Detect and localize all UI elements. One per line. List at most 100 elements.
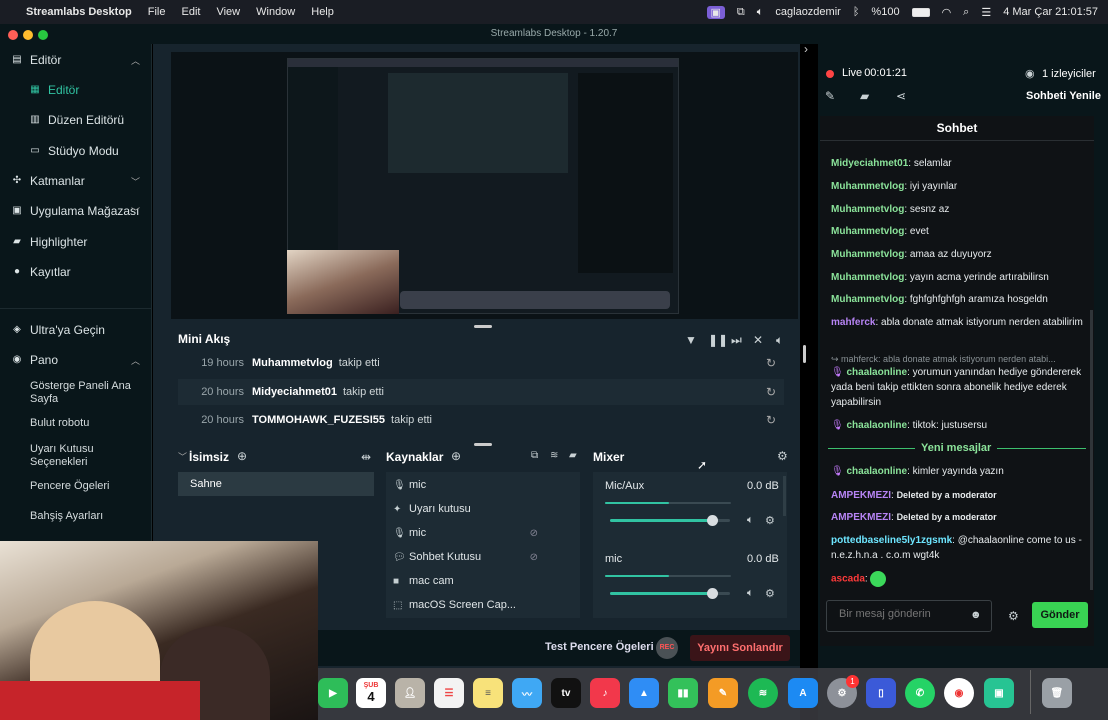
filter-icon[interactable]: ▼ [685, 333, 697, 347]
speaker-icon[interactable]: 🔈︎ [747, 587, 754, 600]
chat-user[interactable]: ascada [831, 574, 865, 585]
hidden-eye-icon[interactable]: ⊘ [530, 528, 538, 539]
chat-user[interactable]: chaalaonline [846, 420, 907, 431]
chat-user[interactable]: AMPEKMEZI [831, 512, 891, 523]
freeform-icon[interactable]: 〰 [512, 678, 542, 708]
chat-input[interactable]: ☻ [826, 600, 992, 632]
chat-message-field[interactable] [839, 608, 959, 620]
mute-alerts-icon[interactable]: ✕ [753, 333, 763, 347]
sidebar-item-recordings[interactable]: ● Kayıtlar [0, 260, 152, 284]
keynote-icon[interactable]: ▲ [629, 678, 659, 708]
sidebar-item-layers[interactable]: ✣ Katmanlar ﹀ [0, 169, 152, 193]
repeat-alert-icon[interactable]: ↻ [766, 413, 776, 427]
wifi-icon[interactable]: ◠ [942, 6, 952, 19]
pages-icon[interactable]: ✎ [708, 678, 738, 708]
sidebar-sub-tip-settings[interactable]: Bahşiş Ayarları [30, 510, 145, 523]
source-item[interactable]: ✦ Uyarı kutusu [393, 498, 578, 520]
numbers-icon[interactable]: ▮▮ [668, 678, 698, 708]
notes-icon[interactable]: ≡ [473, 678, 503, 708]
source-item[interactable]: 🎙︎ mic [393, 474, 578, 496]
volume-slider-knob[interactable] [707, 588, 718, 599]
repeat-alert-icon[interactable]: ↻ [766, 356, 776, 370]
channel-settings-icon[interactable]: ⚙ [765, 587, 775, 600]
menu-window[interactable]: Window [256, 6, 295, 18]
resize-handle[interactable] [474, 443, 492, 446]
chevron-down-icon[interactable]: ﹀ [178, 450, 187, 463]
whatsapp-icon[interactable]: ✆ [905, 678, 935, 708]
chat-user[interactable]: AMPEKMEZI [831, 490, 891, 501]
folder-icon[interactable]: ▰ [569, 450, 577, 461]
chat-user[interactable]: chaalaonline [846, 367, 907, 378]
transition-icon[interactable]: ⇹ [361, 450, 371, 464]
sidebar-item-dashboard[interactable]: ◉ Pano ︿ [0, 348, 152, 372]
streamlabs-icon[interactable]: ▣ [984, 678, 1014, 708]
source-item[interactable]: ■ mac cam [393, 570, 578, 592]
edit-icon[interactable]: ✎ [825, 89, 835, 103]
record-button[interactable]: REC [656, 637, 678, 659]
test-widgets-button[interactable]: Test Pencere Ögeleri [545, 641, 654, 653]
menubar-app-name[interactable]: Streamlabs Desktop [26, 6, 132, 18]
music-icon[interactable]: ♪ [590, 678, 620, 708]
trash-icon[interactable]: 🗑︎ [1042, 678, 1072, 708]
menu-view[interactable]: View [216, 6, 240, 18]
send-button[interactable]: Gönder [1032, 602, 1088, 628]
minimize-window-button[interactable] [23, 30, 33, 40]
zoom-window-button[interactable] [38, 30, 48, 40]
volume-slider-knob[interactable] [707, 515, 718, 526]
spotify-icon[interactable]: ≋ [748, 678, 778, 708]
menu-edit[interactable]: Edit [182, 6, 201, 18]
sidebar-item-app-store[interactable]: ▣ Uygulama Mağazası ﹀ [0, 199, 152, 223]
camera-icon[interactable]: ▰ [860, 89, 869, 103]
mixer-settings-icon[interactable]: ⚙ [777, 449, 788, 463]
sidebar-item-editor[interactable]: ▦ Editör [18, 78, 152, 102]
sidebar-sub-cloudbot[interactable]: Bulut robotu [30, 417, 145, 430]
chat-user[interactable]: mahferck [831, 317, 875, 328]
control-center-icon[interactable]: ☰ [981, 6, 991, 19]
sidebar-sub-alertbox[interactable]: Uyarı Kutusu Seçenekleri [30, 443, 145, 469]
chat-scrollbar[interactable] [1090, 310, 1093, 590]
add-source-icon[interactable]: ⊕ [451, 449, 461, 463]
chat-user[interactable]: Muhammetvlog [831, 272, 904, 283]
menubar-datetime[interactable]: 4 Mar Çar 21:01:57 [1003, 6, 1098, 18]
sidebar-item-highlighter[interactable]: ▰ Highlighter [0, 230, 152, 254]
pause-icon[interactable]: ❚❚ [708, 333, 728, 347]
bluetooth-icon[interactable]: ᛒ [853, 6, 860, 18]
app-store-icon[interactable]: A [788, 678, 818, 708]
feed-scrollbar[interactable] [803, 345, 806, 363]
chrome-icon[interactable]: ◉ [944, 678, 974, 708]
end-stream-button[interactable]: Yayını Sonlandır [690, 635, 790, 661]
screen-record-icon[interactable]: ▣ [706, 5, 725, 19]
remote-desktop-icon[interactable]: ▯ [866, 678, 896, 708]
source-item[interactable]: 💬︎ Sohbet Kutusu ⊘ [393, 546, 578, 568]
window-icon[interactable]: ⧉ [737, 6, 745, 19]
source-item[interactable]: ⬚ macOS Screen Cap... [393, 594, 578, 616]
hidden-eye-icon[interactable]: ⊘ [530, 552, 538, 563]
chat-user[interactable]: Muhammetvlog [831, 249, 904, 260]
chat-user[interactable]: Muhammetvlog [831, 226, 904, 237]
menu-help[interactable]: Help [311, 6, 334, 18]
menu-file[interactable]: File [148, 6, 166, 18]
chat-user[interactable]: chaalaonline [846, 466, 907, 477]
sidebar-item-studio-mode[interactable]: ▭ Stüdyo Modu [18, 139, 152, 163]
menubar-user[interactable]: caglaozdemir [775, 6, 840, 18]
repeat-alert-icon[interactable]: ↻ [766, 385, 776, 399]
reminders-icon[interactable]: ☰ [434, 678, 464, 708]
contacts-icon[interactable]: 👤︎ [395, 678, 425, 708]
sidebar-item-layout-editor[interactable]: ▥ Düzen Editörü [18, 108, 152, 132]
apple-tv-icon[interactable]: tv [551, 678, 581, 708]
add-scene-icon[interactable]: ⊕ [237, 449, 247, 463]
sidebar-sub-widgets[interactable]: Pencere Ögeleri [30, 480, 145, 493]
chat-settings-icon[interactable]: ⚙ [1008, 609, 1019, 623]
resize-handle[interactable] [474, 325, 492, 328]
stream-preview[interactable] [171, 52, 798, 319]
emoji-icon[interactable]: ☻ [970, 609, 982, 621]
share-icon[interactable]: ⋖ [896, 89, 906, 103]
speaker-icon[interactable]: 🔈︎ [747, 514, 754, 527]
source-item[interactable]: 🎙︎ mic ⊘ [393, 522, 578, 544]
sidebar-editor-section[interactable]: ▤ Editör ︿ [0, 48, 152, 72]
chat-user[interactable]: Muhammetvlog [831, 181, 904, 192]
battery-percent[interactable]: %100 [871, 6, 899, 18]
volume-icon[interactable]: 🔈︎ [776, 333, 783, 348]
scene-item-selected[interactable]: Sahne [178, 472, 374, 496]
skip-icon[interactable]: ⏭︎ [731, 333, 742, 348]
